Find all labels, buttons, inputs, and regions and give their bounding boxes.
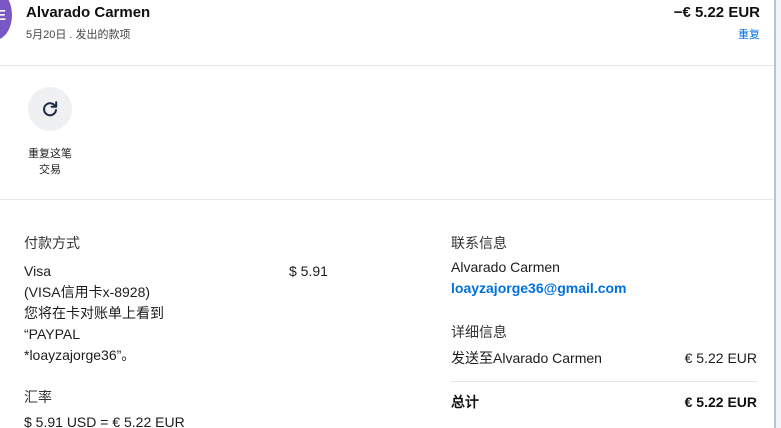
action-section: 重复这笔 交易 [0,66,774,200]
transaction-amount: −€ 5.22 EUR [673,4,760,21]
statement-note-line2: “PAYPAL [24,326,81,342]
transaction-panel: E Alvarado Carmen 5月20日 . 发出的款项 −€ 5.22 … [0,0,774,428]
details-title: 详细信息 [451,324,507,340]
contact-info-title: 联系信息 [451,235,507,251]
payment-method-title: 付款方式 [24,235,80,251]
transaction-date-type: 5月20日 . 发出的款项 [26,29,131,41]
transaction-header: E Alvarado Carmen 5月20日 . 发出的款项 −€ 5.22 … [0,0,774,66]
repeat-transaction-button[interactable] [28,87,72,131]
repeat-link[interactable]: 重复 [738,26,760,42]
sent-to-label: 发送至Alvarado Carmen [451,350,602,366]
payment-card: (VISA信用卡x-8928) [24,284,151,300]
sent-amount: € 5.22 EUR [684,350,757,366]
payment-amount: $ 5.91 [289,263,328,279]
payee-name: Alvarado Carmen [26,4,151,21]
statement-note-line1: 您将在卡对账单上看到 [24,305,164,321]
avatar: E [0,0,12,40]
payment-method-name: Visa [24,263,51,279]
statement-note-line3: *loayzajorge36”。 [24,347,136,363]
total-label: 总计 [451,394,479,410]
contact-email-link[interactable]: loayzajorge36@gmail.com [451,280,627,296]
details-divider [451,381,757,382]
exchange-rate-value: $ 5.91 USD = € 5.22 EUR [24,414,185,428]
total-amount: € 5.22 EUR [684,394,757,410]
scrollbar[interactable] [774,0,781,428]
exchange-rate-title: 汇率 [24,389,52,405]
repeat-transaction-label: 重复这笔 交易 [28,148,72,176]
refresh-icon [43,101,58,117]
contact-name: Alvarado Carmen [451,259,560,275]
